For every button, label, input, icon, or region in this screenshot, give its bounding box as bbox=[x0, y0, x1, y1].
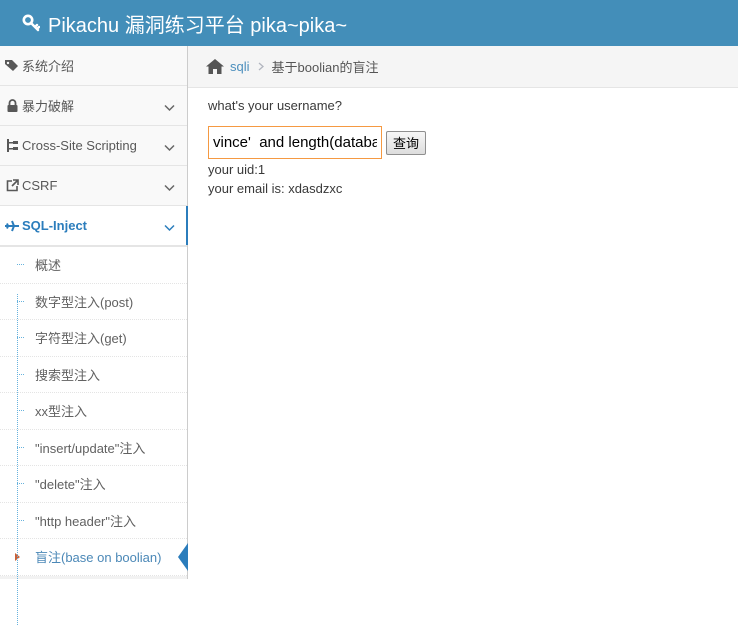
tree-branch bbox=[17, 300, 24, 302]
submenu-item-label: 数字型注入(post) bbox=[35, 294, 134, 310]
submenu-item-insert-update[interactable]: "insert/update"注入 bbox=[0, 430, 187, 466]
sidebar: 系统介绍 暴力破解 Cross-Site Scripting CSRF SQL-… bbox=[0, 46, 188, 625]
chevron-down-icon bbox=[164, 180, 175, 195]
submenu-item-label: 搜索型注入 bbox=[35, 367, 101, 383]
tree-branch bbox=[17, 264, 24, 265]
key-icon bbox=[22, 14, 40, 32]
lock-icon bbox=[5, 99, 19, 113]
tree-branch bbox=[17, 410, 24, 411]
submenu-item-numeric-post[interactable]: 数字型注入(post) bbox=[0, 284, 187, 320]
main-content: what's your username? 查询 your uid:1 your… bbox=[188, 88, 738, 579]
tree-branch bbox=[17, 337, 24, 338]
tree-branch bbox=[17, 373, 24, 375]
tree-branch bbox=[17, 519, 24, 521]
submenu-item-label: 盲注(base on boolian) bbox=[35, 550, 162, 566]
submenu-item-overview[interactable]: 概述 bbox=[0, 247, 187, 284]
submenu-item-label: 概述 bbox=[35, 258, 62, 274]
brand[interactable]: Pikachu 漏洞练习平台 pika~pika~ bbox=[22, 10, 348, 37]
app-title: Pikachu 漏洞练习平台 pika~pika~ bbox=[48, 14, 348, 37]
sidebar-item-intro[interactable]: 系统介绍 bbox=[0, 46, 187, 86]
sidebar-item-label: SQL-Inject bbox=[22, 218, 88, 233]
chevron-down-icon bbox=[164, 140, 175, 155]
sidebar-item-brute-force[interactable]: 暴力破解 bbox=[0, 86, 187, 126]
breadcrumb: sqli 基于boolian的盲注 bbox=[188, 46, 738, 88]
chevron-down-icon bbox=[164, 220, 175, 235]
tree-branch bbox=[17, 483, 24, 484]
tree-line bbox=[17, 294, 18, 625]
submenu-item-string-get[interactable]: 字符型注入(get) bbox=[0, 320, 187, 357]
result-uid: your uid:1 bbox=[208, 162, 266, 177]
query-form: 查询 bbox=[208, 126, 427, 159]
submenu-item-delete[interactable]: "delete"注入 bbox=[0, 466, 187, 503]
sidebar-item-sql-inject[interactable]: SQL-Inject bbox=[0, 206, 188, 246]
active-indicator bbox=[178, 543, 188, 571]
username-prompt: what's your username? bbox=[208, 98, 342, 113]
submenu-item-search[interactable]: 搜索型注入 bbox=[0, 357, 187, 393]
plane-icon bbox=[5, 219, 19, 233]
top-navbar: Pikachu 漏洞练习平台 pika~pika~ bbox=[0, 0, 738, 46]
query-button[interactable]: 查询 bbox=[386, 130, 427, 155]
submenu-item-label: xx型注入 bbox=[35, 404, 88, 420]
chevron-down-icon bbox=[164, 100, 175, 115]
submenu-item-http-header[interactable]: "http header"注入 bbox=[0, 503, 187, 539]
submenu-item-label: "http header"注入 bbox=[35, 513, 137, 529]
result-email: your email is: xdasdzxc bbox=[208, 181, 343, 196]
home-icon[interactable] bbox=[206, 59, 224, 74]
breadcrumb-current: 基于boolian的盲注 bbox=[271, 60, 379, 75]
sidebar-item-label: CSRF bbox=[22, 178, 58, 193]
submenu-item-label: 字符型注入(get) bbox=[35, 331, 127, 347]
sidebar-item-csrf[interactable]: CSRF bbox=[0, 166, 187, 206]
submenu-item-label: "insert/update"注入 bbox=[35, 440, 146, 456]
sitemap-icon bbox=[5, 139, 19, 153]
sidebar-item-label: 系统介绍 bbox=[22, 59, 75, 74]
sidebar-item-xss[interactable]: Cross-Site Scripting bbox=[0, 126, 187, 166]
breadcrumb-link-sqli[interactable]: sqli bbox=[230, 59, 250, 74]
submenu-item-label: "delete"注入 bbox=[35, 477, 106, 493]
sidebar-item-label: 暴力破解 bbox=[22, 99, 75, 114]
chevron-right-icon bbox=[258, 60, 264, 74]
share-icon bbox=[5, 179, 19, 193]
tags-icon bbox=[5, 59, 19, 73]
sql-inject-submenu: 概述 数字型注入(post) 字符型注入(get) 搜索型注入 xx型注入 "i… bbox=[0, 246, 188, 576]
sidebar-item-label: Cross-Site Scripting bbox=[22, 138, 137, 153]
tree-branch bbox=[17, 446, 24, 448]
username-input[interactable] bbox=[208, 126, 382, 159]
submenu-item-xx[interactable]: xx型注入 bbox=[0, 393, 187, 430]
submenu-item-blind-boolean[interactable]: 盲注(base on boolian) bbox=[0, 539, 188, 576]
